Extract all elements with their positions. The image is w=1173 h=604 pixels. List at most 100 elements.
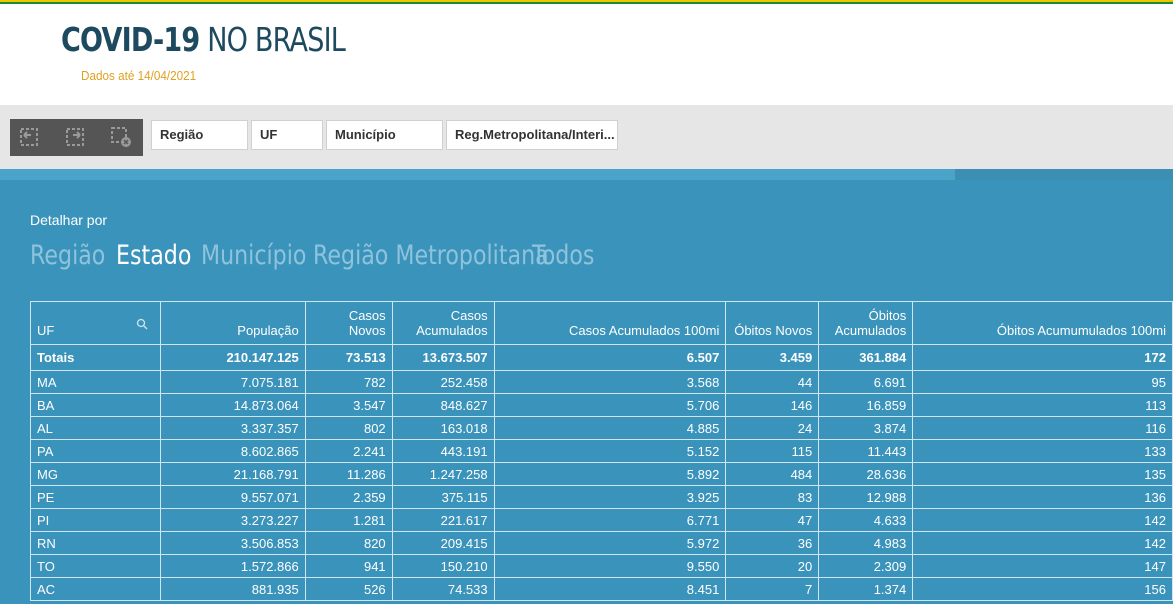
table-row[interactable]: MA 7.075.181 782 252.458 3.568 44 6.691 95 <box>30 370 1173 394</box>
table-cell: 881.935 <box>159 577 306 601</box>
filter-uf[interactable]: UF <box>251 120 323 150</box>
selection-tools <box>10 119 143 156</box>
table-cell: 11.443 <box>818 439 914 463</box>
tab-regiao[interactable]: Região <box>30 240 105 271</box>
table-cell: 1.374 <box>818 577 914 601</box>
table-cell: 20 <box>725 554 820 578</box>
header-obitos-novos[interactable]: Óbitos Novos <box>725 301 820 345</box>
page-title: COVID-19 NO BRASIL <box>61 20 346 59</box>
table-cell: 7.075.181 <box>159 370 306 394</box>
table-cell: 1.572.866 <box>159 554 306 578</box>
table-row[interactable]: PI 3.273.227 1.281 221.617 6.771 47 4.633 142 <box>30 508 1173 532</box>
header-casos-novos[interactable]: Casos Novos <box>304 301 393 345</box>
table-cell: 802 <box>304 416 393 440</box>
header-casos-acumulados-100mi[interactable]: Casos Acumulados 100mi <box>493 301 727 345</box>
detalhar-label: Detalhar por <box>30 212 108 228</box>
search-icon[interactable] <box>136 318 148 330</box>
table-cell: 136 <box>912 485 1173 509</box>
uf-cell[interactable]: RN <box>30 531 161 555</box>
table-row[interactable]: TO 1.572.866 941 150.210 9.550 20 2.309 147 <box>30 554 1173 578</box>
table-row[interactable]: MG 21.168.791 11.286 1.247.258 5.892 484 28.63… <box>30 462 1173 486</box>
detail-tabs: Região Estado Município Região Metropolitan… <box>30 240 594 280</box>
forward-selection-icon[interactable] <box>62 125 88 149</box>
uf-cell[interactable]: TO <box>30 554 161 578</box>
page-header: COVID-19 NO BRASIL Dados até 14/04/2021 <box>0 4 1173 105</box>
table-cell: 150.210 <box>391 554 495 578</box>
table-cell: 5.706 <box>493 393 727 417</box>
tab-municipio[interactable]: Município <box>201 240 306 271</box>
tab-regiao-metropolitana[interactable]: Região Metropolitana <box>313 240 549 271</box>
table-cell: 12.988 <box>818 485 914 509</box>
table-cell: 16.859 <box>818 393 914 417</box>
table-row[interactable]: RN 3.506.853 820 209.415 5.972 36 4.983 142 <box>30 531 1173 555</box>
table-cell: 209.415 <box>391 531 495 555</box>
table-cell: 820 <box>304 531 393 555</box>
table-cell: 11.286 <box>304 462 393 486</box>
table-cell: 133 <box>912 439 1173 463</box>
table-cell: 2.359 <box>304 485 393 509</box>
table-row[interactable]: PA 8.602.865 2.241 443.191 5.152 115 11.443 133 <box>30 439 1173 463</box>
table-cell: 3.273.227 <box>159 508 306 532</box>
back-selection-icon[interactable] <box>16 125 42 149</box>
header-obitos-acumulados[interactable]: Óbitos Acumulados <box>818 301 914 345</box>
table-cell: 941 <box>304 554 393 578</box>
table-header-row: UF População Casos Novos Casos Acumulado… <box>30 301 1173 345</box>
table-cell: 848.627 <box>391 393 495 417</box>
uf-cell[interactable]: AL <box>30 416 161 440</box>
data-date-subtitle: Dados até 14/04/2021 <box>81 68 197 83</box>
table-cell: 443.191 <box>391 439 495 463</box>
table-cell: 3.337.357 <box>159 416 306 440</box>
table-cell: 116 <box>912 416 1173 440</box>
tab-todos[interactable]: Todos <box>532 240 594 271</box>
uf-cell[interactable]: BA <box>30 393 161 417</box>
uf-cell[interactable]: PI <box>30 508 161 532</box>
table-cell: 1.281 <box>304 508 393 532</box>
table-cell: 375.115 <box>391 485 495 509</box>
uf-cell[interactable]: AC <box>30 577 161 601</box>
table-cell: 8.451 <box>493 577 727 601</box>
uf-cell[interactable]: MG <box>30 462 161 486</box>
table-cell: 3.925 <box>493 485 727 509</box>
table-row[interactable]: AC 881.935 526 74.533 8.451 7 1.374 156 <box>30 577 1173 601</box>
table-cell: 9.557.071 <box>159 485 306 509</box>
totals-row: Totais 210.147.125 73.513 13.673.507 6.5… <box>30 344 1173 371</box>
table-cell: 156 <box>912 577 1173 601</box>
table-cell: 5.152 <box>493 439 727 463</box>
header-casos-acumulados[interactable]: Casos Acumulados <box>391 301 495 345</box>
header-uf[interactable]: UF <box>30 301 161 345</box>
table-cell: 1.247.258 <box>391 462 495 486</box>
table-cell: 8.602.865 <box>159 439 306 463</box>
table-cell: 24 <box>725 416 820 440</box>
header-populacao[interactable]: População <box>159 301 306 345</box>
filter-regiao[interactable]: Região <box>151 120 248 150</box>
table-cell: 44 <box>725 370 820 394</box>
uf-cell[interactable]: MA <box>30 370 161 394</box>
table-cell: 7 <box>725 577 820 601</box>
table-cell: Totais <box>30 344 161 371</box>
table-cell: 142 <box>912 508 1173 532</box>
table-cell: 221.617 <box>391 508 495 532</box>
table-cell: 113 <box>912 393 1173 417</box>
table-cell: 6.691 <box>818 370 914 394</box>
table-cell: 83 <box>725 485 820 509</box>
uf-cell[interactable]: PE <box>30 485 161 509</box>
table-row[interactable]: PE 9.557.071 2.359 375.115 3.925 83 12.988 136 <box>30 485 1173 509</box>
clear-selection-icon[interactable] <box>108 125 134 149</box>
table-cell: 4.983 <box>818 531 914 555</box>
table-cell: 36 <box>725 531 820 555</box>
table-cell: 3.459 <box>725 344 820 371</box>
uf-cell[interactable]: PA <box>30 439 161 463</box>
table-cell: 172 <box>912 344 1173 371</box>
table-cell: 3.874 <box>818 416 914 440</box>
tab-estado[interactable]: Estado <box>116 240 191 271</box>
table-row[interactable]: AL 3.337.357 802 163.018 4.885 24 3.874 116 <box>30 416 1173 440</box>
table-cell: 142 <box>912 531 1173 555</box>
table-row[interactable]: BA 14.873.064 3.547 848.627 5.706 146 16.859 11… <box>30 393 1173 417</box>
table-cell: 3.547 <box>304 393 393 417</box>
table-cell: 484 <box>725 462 820 486</box>
filter-municipio[interactable]: Município <box>326 120 443 150</box>
table-cell: 6.507 <box>493 344 727 371</box>
data-table: UF População Casos Novos Casos Acumulado… <box>30 301 1173 601</box>
filter-reg-metropolitana[interactable]: Reg.Metropolitana/Interi... <box>446 120 618 150</box>
header-obitos-acumulados-100mi[interactable]: Óbitos Acumumulados 100mi <box>912 301 1173 345</box>
